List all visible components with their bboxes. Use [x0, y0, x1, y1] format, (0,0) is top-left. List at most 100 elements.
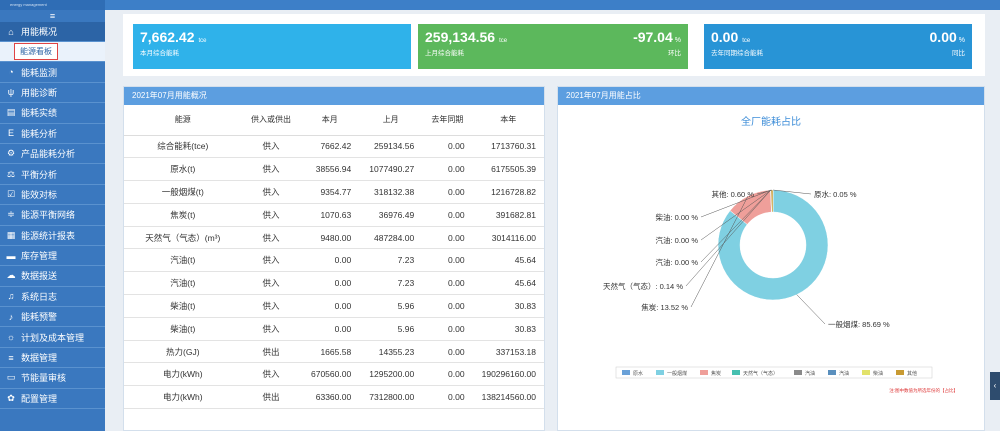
- kpi-mom-unit: %: [674, 37, 681, 44]
- table-cell: 供入: [241, 248, 301, 273]
- legend-label: 柴油: [873, 370, 883, 377]
- sidebar-item[interactable]: ⚙ 产品能耗分析: [0, 143, 105, 165]
- sidebar-item[interactable]: ψ 用能诊断: [0, 82, 105, 104]
- legend-label: 天然气（气态）: [743, 370, 778, 377]
- kpi-unit: tce: [198, 38, 207, 44]
- main-content: 7,662.42 tce 本月综合能耗 259,134.56 tce 上月综合能耗 …: [113, 14, 985, 431]
- donut-leader-line: [796, 294, 826, 325]
- table-cell: 0.00: [300, 317, 360, 341]
- kpi-label: 本月综合能耗: [140, 50, 179, 57]
- sidebar-item[interactable]: ☁ 数据报送: [0, 266, 105, 287]
- sidebar-item-label: 能耗分析: [21, 128, 58, 139]
- table-cell: 0.00: [422, 180, 473, 204]
- table-cell: 0.00: [422, 135, 473, 159]
- table-cell: 供入: [241, 203, 301, 227]
- kpi-card-this-month: 7,662.42 tce 本月综合能耗: [133, 24, 411, 69]
- sidebar-toggle-icon[interactable]: ≡: [0, 10, 105, 22]
- table-cell: 63360.00: [300, 385, 360, 410]
- table-cell: 原水(t): [124, 157, 242, 182]
- table-cell: 5.96: [359, 294, 423, 318]
- table-row: 一般烟煤(t) 供入 9354.77 318132.38 0.00 1216728.82: [124, 180, 544, 204]
- table-cell: 5.96: [359, 317, 423, 341]
- kpi-unit: tce: [499, 38, 508, 44]
- sidebar-item[interactable]: E 能耗分析: [0, 123, 105, 144]
- sidebar-item-label: 平衡分析: [21, 169, 58, 180]
- kpi-unit: tce: [742, 38, 751, 44]
- table-cell: 供入: [241, 180, 301, 204]
- app-logo: energy management: [0, 0, 105, 10]
- sidebar-item[interactable]: ⚖ 平衡分析: [0, 164, 105, 185]
- sidebar-item-icon: ⚖: [6, 168, 16, 179]
- sidebar-item[interactable]: ▤ 能耗实绩: [0, 103, 105, 124]
- legend-swatch: [828, 370, 836, 375]
- sidebar-item[interactable]: ♫ 系统日志: [0, 286, 105, 308]
- table-row: 汽油(t) 供入 0.00 7.23 0.00 45.64: [124, 248, 544, 273]
- table-cell: 1070.63: [300, 203, 360, 227]
- kpi-yoy-unit: %: [958, 37, 965, 44]
- share-chart-panel: 2021年07月用能占比 全厂能耗占比 原水: 0.05 % 一般烟煤: 85.6…: [557, 86, 985, 431]
- table-cell: 供入: [241, 317, 301, 341]
- kpi-yoy-value: 0.00: [929, 29, 957, 45]
- sidebar-item[interactable]: ≑ 能源平衡网络: [0, 205, 105, 226]
- table-cell: 670560.00: [300, 362, 360, 387]
- legend-swatch: [794, 370, 802, 375]
- donut-slice-label: 汽油: 0.00 %: [655, 235, 698, 245]
- sidebar-item[interactable]: ▬ 库存管理: [0, 245, 105, 267]
- sidebar-item-icon: ⚙: [6, 148, 16, 159]
- legend-swatch: [622, 370, 630, 375]
- sidebar-item-icon: ☁: [6, 270, 16, 281]
- sidebar-item-label: 能效对标: [21, 189, 58, 200]
- sidebar-item-icon: ✿: [7, 392, 15, 403]
- donut-slice-label: 一般烟煤: 85.69 %: [828, 319, 890, 329]
- collapse-handle-icon[interactable]: ‹: [990, 372, 1000, 400]
- table-row: 综合能耗(tce) 供入 7662.42 259134.56 0.00 1713760.3…: [124, 135, 544, 159]
- table-cell: 45.64: [472, 271, 544, 296]
- table-cell: 7.23: [359, 271, 423, 296]
- sidebar-item[interactable]: ⌂ 用能概况: [0, 22, 105, 43]
- table-cell: 0.00: [422, 157, 473, 182]
- table-cell: 9354.77: [300, 180, 360, 204]
- table-cell: 0.00: [422, 385, 473, 410]
- table-cell: 0.00: [422, 271, 473, 296]
- table-header: 上月: [359, 105, 423, 136]
- table-row: 电力(kWh) 供入 670560.00 1295200.00 0.00 19029616…: [124, 362, 544, 387]
- panel-title: 2021年07月用能占比: [558, 87, 984, 105]
- sidebar-item[interactable]: ☑ 能效对标: [0, 184, 105, 206]
- top-bar: [0, 0, 1000, 10]
- table-cell: 6175505.39: [472, 157, 544, 182]
- sidebar-subitem-dashboard[interactable]: 能源看板: [0, 42, 105, 63]
- table-cell: 0.00: [422, 317, 473, 341]
- sidebar-item-label: 能耗监测: [21, 67, 58, 78]
- legend-swatch: [732, 370, 740, 375]
- sidebar-item-label: 配置管理: [21, 393, 58, 404]
- sidebar-item[interactable]: ✿ 配置管理: [0, 388, 105, 410]
- table-cell: 电力(kWh): [124, 362, 242, 387]
- sidebar-item[interactable]: ☼ 计划及成本管理: [0, 327, 105, 348]
- table-cell: 0.00: [300, 294, 360, 318]
- table-cell: 供出: [241, 385, 301, 410]
- table-cell: 供入: [241, 157, 301, 182]
- table-cell: 138214560.00: [472, 385, 544, 410]
- table-cell: 0.00: [422, 294, 473, 318]
- table-cell: 汽油(t): [124, 248, 242, 273]
- table-cell: 1713760.31: [472, 135, 544, 159]
- sidebar-item-icon: ⌂: [8, 26, 14, 37]
- sidebar-item[interactable]: ▦ 能源统计报表: [0, 225, 105, 246]
- sidebar-item-label: 能耗预警: [21, 312, 58, 323]
- sidebar-item-icon: ☼: [6, 332, 16, 343]
- table-cell: 天然气（气态）(m³): [124, 226, 242, 250]
- sidebar-item[interactable]: ▭ 节能量审核: [0, 368, 105, 389]
- table-row: 焦炭(t) 供入 1070.63 36976.49 0.00 391682.81: [124, 203, 544, 227]
- sidebar-item[interactable]: ♪ 能耗预警: [0, 307, 105, 328]
- table-cell: 综合能耗(tce): [124, 135, 242, 159]
- sidebar-item[interactable]: ◔ 能耗监测: [0, 62, 105, 83]
- sidebar-item[interactable]: ≡ 数据管理: [0, 347, 105, 369]
- legend-label: 一般烟煤: [667, 370, 687, 377]
- sidebar-item-icon: ▤: [6, 107, 16, 118]
- table-cell: 7312800.00: [359, 385, 423, 410]
- sidebar: ≡ ⌂ 用能概况 能源看板 ◔ 能耗监测 ψ 用能诊断 ▤ 能耗实绩 E 能耗分析 ⚙ 产品能耗分析 ⚖ 平…: [0, 10, 105, 431]
- sidebar-item-icon: ψ: [7, 87, 15, 98]
- legend-label: 焦炭: [711, 370, 721, 377]
- table-cell: 供入: [241, 362, 301, 387]
- legend-label: 原水: [633, 370, 643, 377]
